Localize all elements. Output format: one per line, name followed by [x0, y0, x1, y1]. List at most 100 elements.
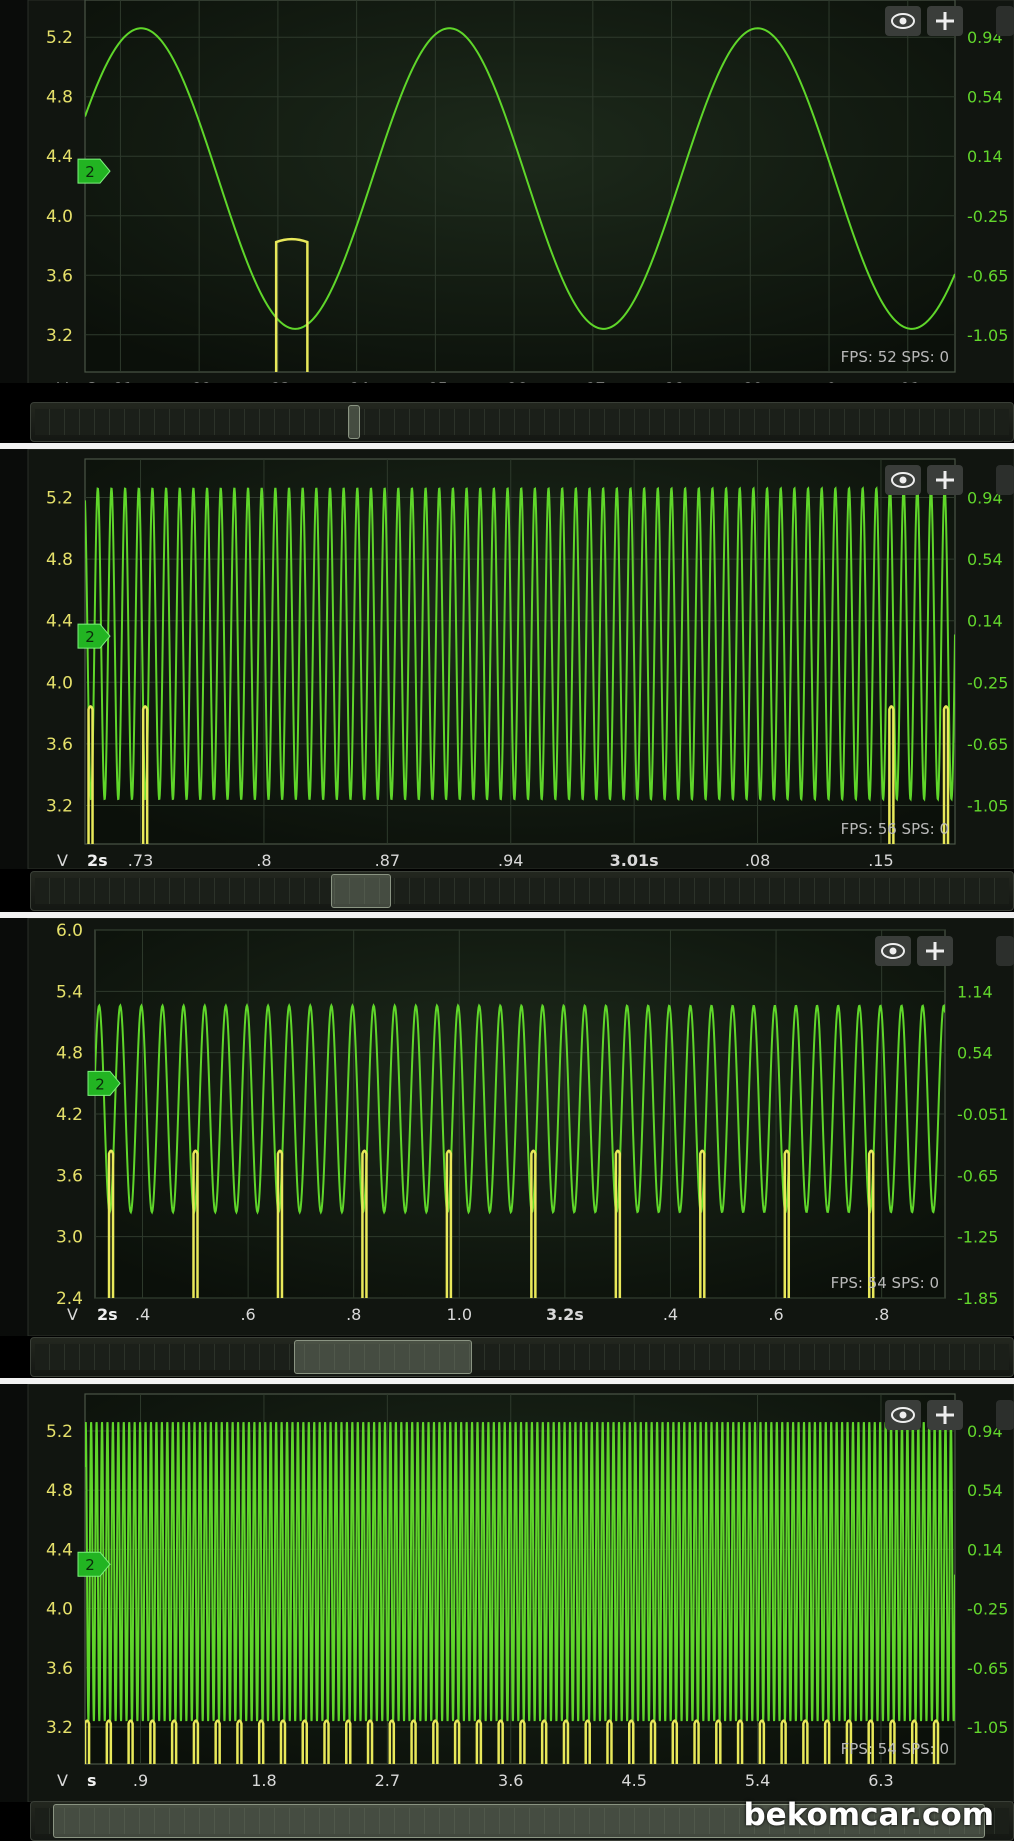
- y-tick-right: -1.05: [967, 797, 1008, 816]
- timeline-scrollbar-3[interactable]: [30, 1337, 1014, 1377]
- plus-icon[interactable]: [927, 1400, 963, 1430]
- x-tick: .89: [738, 379, 763, 383]
- x-tick: .6: [768, 1305, 783, 1324]
- x-tick: .6: [240, 1305, 255, 1324]
- y-tick-left: 3.2: [46, 1718, 73, 1738]
- y-tick-left: 5.2: [46, 489, 73, 509]
- x-tick: .87: [375, 851, 400, 869]
- x-tick: .94: [498, 851, 523, 869]
- y-tick-right: -0.65: [967, 1659, 1008, 1678]
- timeline-scrollbar-2[interactable]: [30, 871, 1014, 911]
- eye-icon[interactable]: [885, 465, 921, 495]
- x-tick: .81: [108, 379, 133, 383]
- y-tick-right: -0.65: [957, 1166, 998, 1185]
- scrollbar-thumb[interactable]: [331, 874, 391, 908]
- x-tick: .87: [580, 379, 605, 383]
- channel-marker-label: 2: [85, 1556, 95, 1574]
- y-tick-left: 3.6: [46, 1659, 73, 1679]
- x-tick: .8: [874, 1305, 889, 1324]
- y-tick-right: 1.14: [957, 982, 993, 1001]
- x-tick: 6.3: [868, 1771, 893, 1790]
- x-tick: .88: [659, 379, 684, 383]
- side-tab: [996, 936, 1014, 966]
- x-start-label: 2s: [87, 379, 108, 383]
- y-tick-left: 5.4: [56, 982, 83, 1002]
- y-tick-right: -0.25: [967, 1600, 1008, 1619]
- y-tick-left: 3.2: [46, 326, 73, 346]
- scope-panel-1: 5.2 4.8 4.4 4.0 3.6 3.2 0.94 0.54 0.14 -0.25 -0.65…: [0, 0, 1014, 383]
- scrollbar-thumb[interactable]: [294, 1340, 472, 1374]
- y-tick-right: -0.25: [967, 207, 1008, 226]
- plus-icon[interactable]: [917, 936, 953, 966]
- side-tab: [996, 465, 1014, 495]
- timeline-scrollbar-1[interactable]: [30, 402, 1014, 442]
- x-tick: .91: [895, 379, 920, 383]
- y-tick-left: 3.6: [46, 266, 73, 286]
- y-tick-right: 0.54: [967, 88, 1003, 107]
- channel-marker-label: 2: [95, 1075, 105, 1093]
- y-tick-left: 4.0: [46, 207, 73, 227]
- x-tick: .8: [256, 851, 271, 869]
- x-tick: .84: [344, 379, 369, 383]
- y-tick-right: 0.14: [967, 1540, 1003, 1559]
- fps-status: FPS: 54 SPS: 0: [841, 1740, 949, 1758]
- scrollbar-track: [35, 878, 1009, 904]
- eye-icon[interactable]: [885, 6, 921, 36]
- y-tick-right: 0.14: [967, 147, 1003, 166]
- eye-icon-pupil: [899, 476, 907, 484]
- oscilloscope-chart-1[interactable]: 5.24.84.44.03.63.20.940.540.14-0.25-0.65…: [0, 0, 1014, 383]
- y-tick-left: 4.8: [46, 1481, 73, 1501]
- plus-icon[interactable]: [927, 6, 963, 36]
- x-tick: .4: [663, 1305, 678, 1324]
- y-tick-right: 0.54: [967, 550, 1003, 569]
- eye-icon[interactable]: [885, 1400, 921, 1430]
- axis-unit-label: V: [57, 379, 68, 383]
- axis-unit-label: V: [67, 1305, 78, 1324]
- channel-marker-label: 2: [85, 163, 95, 181]
- y-tick-left: 5.2: [46, 1422, 73, 1442]
- eye-icon[interactable]: [875, 936, 911, 966]
- scrollbar-track: [35, 409, 1009, 435]
- x-tick: 1.8: [251, 1771, 276, 1790]
- x-tick: .86: [501, 379, 526, 383]
- y-tick-left: 3.0: [56, 1228, 83, 1248]
- y-tick-right: 0.14: [967, 612, 1003, 631]
- x-tick: .9: [133, 1771, 148, 1790]
- x-tick: 2.7: [375, 1771, 400, 1790]
- oscilloscope-chart-2[interactable]: 5.24.84.44.03.63.20.940.540.14-0.25-0.65…: [0, 449, 1014, 869]
- y-tick-left: 4.4: [46, 612, 73, 632]
- x-tick: 5.4: [745, 1771, 770, 1790]
- eye-icon-pupil: [899, 17, 907, 25]
- plus-icon[interactable]: [927, 465, 963, 495]
- y-tick-left: 3.6: [46, 735, 73, 755]
- plot-area: [84, 0, 956, 373]
- side-tab: [996, 1400, 1014, 1430]
- y-tick-right: -0.051: [957, 1105, 1009, 1124]
- oscilloscope-chart-4[interactable]: 5.24.84.44.03.63.20.940.540.14-0.25-0.65…: [0, 1384, 1014, 1802]
- channel-marker-label: 2: [85, 628, 95, 646]
- scrollbar-thumb[interactable]: [348, 405, 360, 439]
- x-tick: .9: [821, 379, 836, 383]
- y-tick-right: -0.25: [967, 673, 1008, 692]
- x-tick: 3.6: [498, 1771, 523, 1790]
- x-tick: .85: [423, 379, 448, 383]
- x-tick: .08: [745, 851, 770, 869]
- x-tick: .83: [265, 379, 290, 383]
- x-tick: .4: [135, 1305, 150, 1324]
- y-tick-left: 4.8: [46, 550, 73, 570]
- eye-icon-pupil: [899, 1411, 907, 1419]
- y-tick-left: 6.0: [56, 921, 83, 941]
- y-tick-left: 4.8: [56, 1044, 83, 1064]
- y-tick-left: 5.2: [46, 28, 73, 48]
- x-tick: .8: [346, 1305, 361, 1324]
- y-tick-left: 4.4: [46, 1540, 73, 1560]
- fps-status: FPS: 54 SPS: 0: [831, 1274, 939, 1292]
- x-tick: .82: [186, 379, 211, 383]
- oscilloscope-chart-3[interactable]: 6.0 5.4 4.8 4.2 3.6 3.0 2 .4 1.14 0.54 -0.051 -0.65…: [0, 918, 1014, 1336]
- y-tick-left: 4.0: [46, 673, 73, 693]
- y-tick-left: 3.2: [46, 797, 73, 817]
- y-tick-right: -1.05: [967, 1718, 1008, 1737]
- y-tick-right: 0.54: [957, 1044, 993, 1063]
- y-tick-right: -1.85: [957, 1289, 998, 1308]
- watermark: bekomcar.com: [743, 1797, 994, 1833]
